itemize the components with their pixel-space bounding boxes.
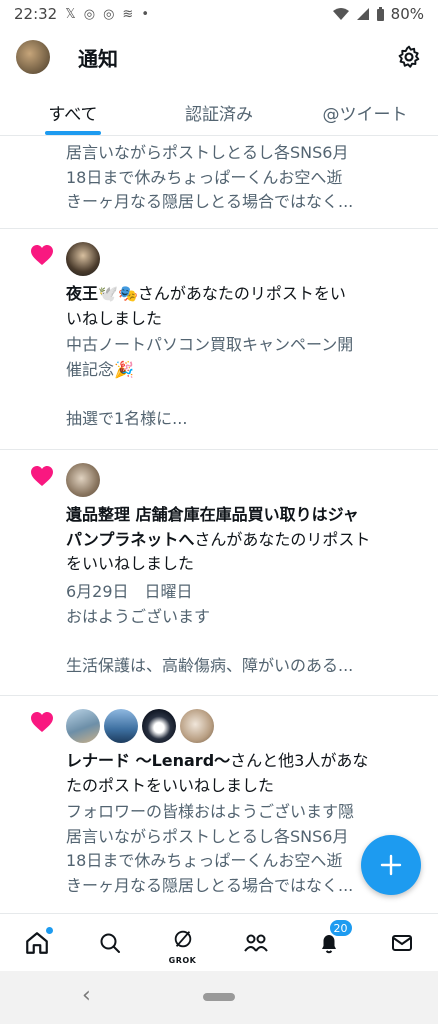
action-text: さんがあなたのリポスト — [194, 529, 371, 549]
system-back-icon[interactable]: ‹ — [82, 983, 91, 1008]
home-unread-dot — [45, 926, 53, 934]
profile-avatar[interactable] — [16, 40, 50, 74]
nav-grok[interactable]: GROK — [163, 923, 203, 965]
tab-verified[interactable]: 認証済み — [146, 88, 292, 135]
wifi-icon — [332, 8, 349, 20]
communities-icon — [243, 934, 268, 952]
user-name[interactable]: 夜王 — [66, 284, 98, 303]
tab-all[interactable]: すべて — [0, 88, 146, 135]
snippet-line: 中古ノートパソコン買取キャンペーン開 — [66, 335, 354, 354]
snippet-line: 居言いながらポストしとるし各SNS6月 — [66, 143, 349, 162]
avatar[interactable] — [104, 709, 138, 743]
liker-avatars — [66, 242, 100, 276]
bottom-nav: GROK 20 — [0, 913, 438, 971]
nav-home[interactable] — [17, 923, 57, 963]
avatar[interactable] — [142, 709, 176, 743]
wifi-notification-icon: ≋ — [122, 6, 134, 22]
avatar[interactable] — [66, 463, 100, 497]
home-icon — [25, 931, 48, 954]
snippet-line: 6月29日 日曜日 — [66, 582, 193, 601]
settings-gear-icon[interactable] — [396, 44, 422, 70]
plus-icon — [380, 854, 402, 876]
snippet-line: きーヶ月なる隠居しとる場合ではなく... — [66, 192, 354, 211]
nav-messages[interactable] — [382, 923, 422, 963]
snippet-line: 抽選で1名様に... — [66, 408, 188, 428]
grok-label: GROK — [168, 955, 197, 965]
snippet-line: おはようございます — [66, 606, 211, 626]
grok-icon — [174, 930, 191, 947]
avatar[interactable] — [66, 709, 100, 743]
snippet-line: 催記念🎉 — [66, 359, 134, 379]
liker-avatars — [66, 709, 214, 743]
battery-icon — [376, 6, 384, 21]
snippet-line: 生活保護は、高齢傷病、障がいのある... — [66, 655, 354, 675]
status-bar: 22:32 𝕏 ◎ ◎ ≋ • 80% — [0, 0, 438, 28]
post-snippet: 居言いながらポストしとるし各SNS6月 18日まで休みちょっぱーくんお空へ逝 き… — [66, 141, 420, 215]
heart-icon — [31, 245, 53, 265]
notification-item[interactable]: 遺品整理 店舗倉庫在庫品買い取りはジャ パンプラネットへさんがあなたのリポスト … — [0, 451, 438, 696]
system-nav-bar: ‹ — [0, 971, 438, 1024]
notification-item[interactable]: 居言いながらポストしとるし各SNS6月 18日まで休みちょっぱーくんお空へ逝 き… — [0, 137, 438, 229]
nav-notifications[interactable]: 20 — [309, 918, 353, 963]
heart-icon — [31, 466, 53, 486]
user-name[interactable]: レナード 〜Lenard〜 — [66, 751, 230, 770]
avatar[interactable] — [180, 709, 214, 743]
battery-level: 80% — [390, 5, 424, 23]
instagram-icon-2: ◎ — [103, 6, 115, 22]
post-snippet: 中古ノートパソコン買取キャンペーン開 催記念🎉 抽選で1名様に... — [66, 333, 420, 431]
liker-avatars — [66, 463, 100, 497]
action-text: たのポストをいいねしました — [66, 775, 275, 795]
snippet-line — [66, 629, 420, 654]
more-dot-icon: • — [141, 6, 149, 22]
clock: 22:32 — [14, 5, 58, 23]
notification-message: レナード 〜Lenard〜さんと他3人があな たのポストをいいねしました — [66, 749, 420, 798]
compose-button[interactable] — [361, 835, 421, 895]
snippet-line: 18日まで休みちょっぱーくんお空へ逝 — [66, 167, 343, 187]
mail-icon — [391, 934, 412, 951]
user-name[interactable]: 遺品整理 店舗倉庫在庫品買い取りはジャ — [66, 505, 359, 524]
nav-communities[interactable] — [236, 923, 276, 963]
notification-message: 夜王🕊️🎭さんがあなたのリポストをい いねしました — [66, 282, 420, 331]
app-header: 通知 — [0, 30, 438, 84]
system-home-pill[interactable] — [203, 993, 235, 1001]
nav-search[interactable] — [90, 923, 130, 963]
user-emoji: 🕊️🎭 — [98, 284, 138, 303]
snippet-line: フォロワーの皆様おはようございます隠 — [66, 802, 355, 821]
instagram-icon: ◎ — [83, 6, 96, 22]
notification-message: 遺品整理 店舗倉庫在庫品買い取りはジャ パンプラネットへさんがあなたのリポスト … — [66, 503, 420, 577]
action-text: さんがあなたのリポストをい — [137, 284, 346, 303]
tab-mentions[interactable]: @ツイート — [292, 88, 438, 135]
snippet-line — [66, 382, 420, 407]
avatar[interactable] — [66, 242, 100, 276]
signal-icon — [356, 8, 369, 20]
page-title: 通知 — [78, 46, 118, 71]
search-icon — [100, 933, 120, 953]
action-text: をいいねしました — [66, 554, 195, 573]
action-text: さんと他3人があな — [230, 751, 369, 770]
user-name-cont[interactable]: パンプラネットへ — [66, 530, 194, 549]
heart-icon — [31, 712, 53, 732]
notifications-badge: 20 — [328, 918, 353, 937]
action-text: いねしました — [66, 308, 163, 328]
notification-feed[interactable]: 居言いながらポストしとるし各SNS6月 18日まで休みちょっぱーくんお空へ逝 き… — [0, 137, 438, 913]
notification-item[interactable]: 夜王🕊️🎭さんがあなたのリポストをい いねしました 中古ノートパソコン買取キャン… — [0, 230, 438, 450]
post-snippet: 6月29日 日曜日 おはようございます 生活保護は、高齢傷病、障がいのある... — [66, 580, 420, 678]
x-logo-icon: 𝕏 — [65, 6, 76, 22]
notification-tabs: すべて 認証済み @ツイート — [0, 88, 438, 136]
